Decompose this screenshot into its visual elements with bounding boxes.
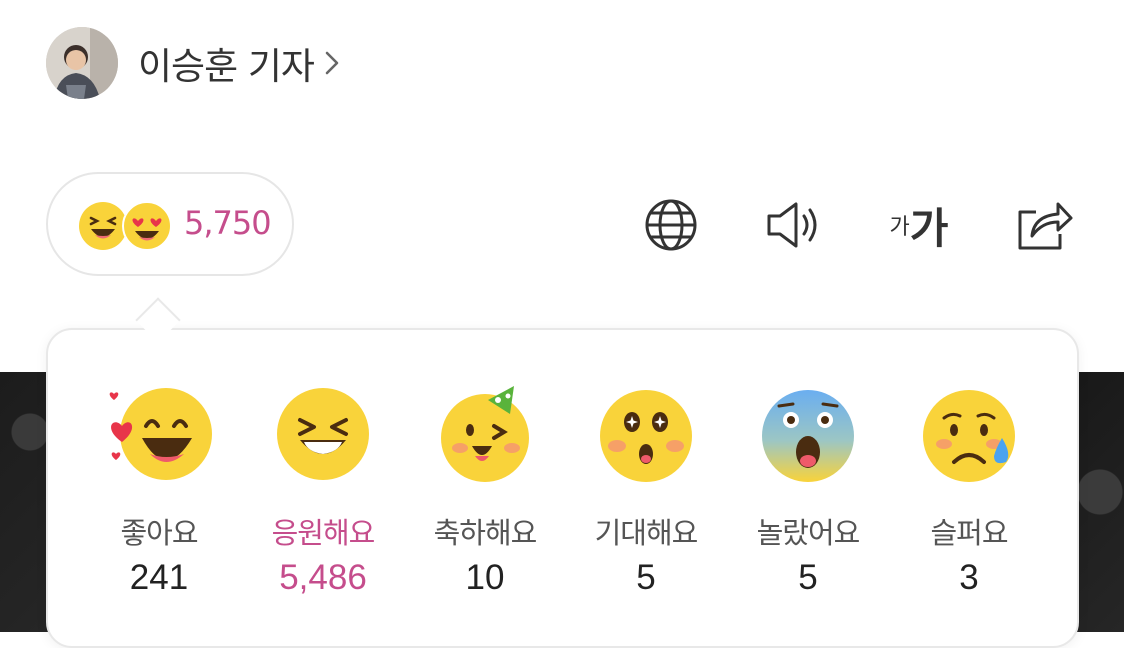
reaction-cheer[interactable]: 응원해요 5,486 [253, 382, 393, 598]
reaction-label: 좋아요 [120, 516, 198, 550]
reaction-label: 놀랐어요 [756, 516, 861, 550]
author-link[interactable]: 이승훈 기자 [46, 27, 340, 99]
reaction-count: 5 [636, 558, 656, 597]
cheer-emoji-icon [277, 388, 369, 480]
reaction-count: 5 [798, 558, 818, 597]
laughing-emoji-icon [79, 202, 127, 250]
listen-button[interactable] [764, 195, 824, 255]
reaction-count: 5,486 [279, 558, 367, 597]
reaction-like[interactable]: 좋아요 241 [89, 382, 229, 598]
reaction-count: 241 [129, 558, 189, 597]
reaction-expect[interactable]: 기대해요 5 [576, 382, 716, 598]
sparkle-eyes-emoji-icon [600, 390, 692, 482]
reaction-sad[interactable]: 슬퍼요 3 [899, 382, 1039, 598]
like-emoji-icon [109, 388, 212, 480]
reaction-popup: 좋아요 241 응원해요 5,486 축하해요 10 기대해요 5 놀랐어요 5… [46, 328, 1079, 648]
share-button[interactable] [1014, 195, 1074, 255]
globe-icon [645, 199, 697, 251]
font-size-button[interactable]: 가 가 [884, 195, 954, 255]
author-avatar [46, 27, 118, 99]
reaction-label: 기대해요 [594, 516, 699, 550]
reaction-label: 축하해요 [433, 516, 538, 550]
reaction-congrats[interactable]: 축하해요 10 [415, 382, 555, 598]
reaction-count: 3 [959, 558, 979, 597]
translate-button[interactable] [641, 195, 701, 255]
author-name: 이승훈 기자 [138, 45, 315, 88]
chevron-right-icon [324, 49, 340, 81]
reaction-surprised[interactable]: 놀랐어요 5 [738, 382, 878, 598]
reaction-total-count: 5,750 [184, 204, 272, 242]
reaction-count: 10 [465, 558, 505, 597]
reaction-label: 슬퍼요 [930, 516, 1008, 550]
font-size-small-label: 가 [889, 214, 910, 239]
sad-emoji-icon [923, 390, 1015, 482]
reaction-label: 응원해요 [271, 516, 376, 550]
font-size-large-label: 가 [909, 204, 949, 252]
speaker-icon [767, 202, 817, 248]
share-icon [1018, 202, 1073, 250]
heart-eyes-emoji-icon [122, 201, 172, 251]
shocked-emoji-icon [762, 390, 854, 482]
reaction-summary-button[interactable]: 5,750 [46, 172, 294, 276]
party-emoji-icon [441, 386, 529, 482]
